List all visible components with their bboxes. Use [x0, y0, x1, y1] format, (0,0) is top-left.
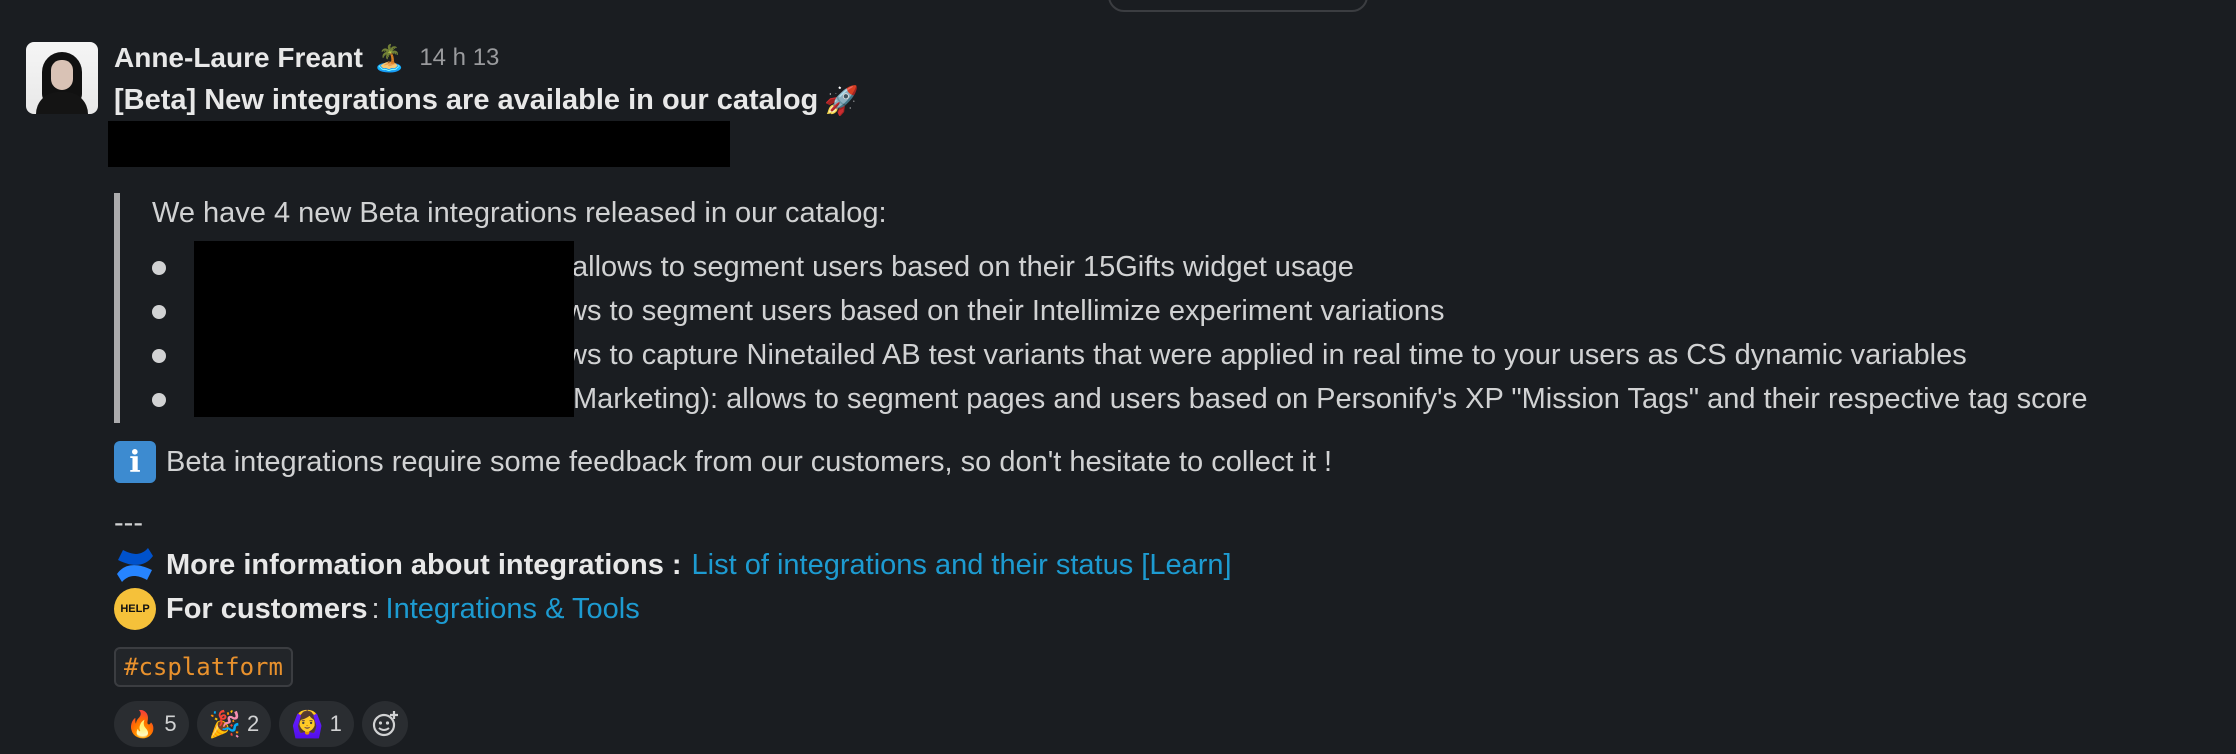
new-messages-tab[interactable] — [1108, 0, 1368, 12]
message-header: Anne-Laure Freant 🏝️ 14 h 13 — [114, 42, 2214, 74]
rocket-icon: 🚀 — [824, 85, 860, 116]
bullet-text: ws to capture Ninetailed AB test variant… — [566, 339, 1967, 371]
bullet-dot — [152, 261, 166, 275]
bullet-list: allows to segment users based on their 1… — [152, 241, 2214, 421]
fire-icon: 🔥 — [126, 708, 159, 739]
confluence-icon — [114, 544, 156, 586]
add-emoji-icon — [372, 711, 398, 737]
reaction-count: 5 — [164, 711, 177, 736]
help-face-icon: HELP — [114, 588, 156, 630]
quote-intro: We have 4 new Beta integrations released… — [152, 197, 887, 229]
customers-separator: : — [371, 593, 380, 625]
message-title: [Beta] New integrations are available in… — [114, 84, 2214, 117]
integrations-tools-link[interactable]: Integrations & Tools — [386, 587, 640, 631]
bullet-dot — [152, 349, 166, 363]
add-reaction-button[interactable] — [361, 701, 408, 747]
bullet-dot — [152, 305, 166, 319]
bullet-text: ws to segment users based on their Intel… — [566, 295, 1445, 327]
customers-label: For customers — [166, 593, 368, 625]
integrations-status-link[interactable]: List of integrations and their status [L… — [692, 543, 1232, 587]
info-line: i Beta integrations require some feedbac… — [114, 441, 2214, 483]
message-timestamp[interactable]: 14 h 13 — [419, 44, 499, 72]
message-content: Anne-Laure Freant 🏝️ 14 h 13 [Beta] New … — [108, 42, 2214, 747]
customers-link-line: HELP For customers : Integrations & Tool… — [114, 587, 2214, 631]
info-link-line: More information about integrations : Li… — [114, 543, 2214, 587]
reaction-fire[interactable]: 🔥 5 — [114, 701, 189, 747]
info-link-label: More information about integrations : — [166, 549, 682, 581]
redacted-block — [194, 241, 574, 417]
message-title-text: [Beta] New integrations are available in… — [114, 84, 819, 116]
status-emoji-icon[interactable]: 🏝️ — [373, 45, 405, 71]
reaction-ok[interactable]: 🙆‍♀️ 1 — [279, 701, 354, 747]
avatar[interactable] — [26, 42, 98, 114]
avatar-face — [51, 60, 73, 90]
bullet-text: Marketing): allows to segment pages and … — [573, 383, 2088, 415]
bullet-dot — [152, 393, 166, 407]
author-name[interactable]: Anne-Laure Freant — [114, 42, 363, 74]
party-popper-icon: 🎉 — [208, 708, 241, 739]
reaction-count: 1 — [329, 711, 342, 736]
information-icon: i — [114, 441, 156, 483]
reactions-bar: 🔥 5 🎉 2 🙆‍♀️ 1 — [114, 701, 2214, 747]
divider-text: --- — [114, 507, 143, 539]
redacted-block — [108, 121, 730, 167]
ok-gesture-icon: 🙆‍♀️ — [291, 708, 324, 739]
reaction-count: 2 — [247, 711, 260, 736]
channel-tag[interactable]: #csplatform — [114, 647, 293, 687]
bullet-text: allows to segment users based on their 1… — [572, 251, 1354, 283]
reaction-party[interactable]: 🎉 2 — [196, 701, 272, 747]
info-text: Beta integrations require some feedback … — [166, 445, 1333, 478]
blockquote: We have 4 new Beta integrations released… — [114, 193, 2214, 423]
